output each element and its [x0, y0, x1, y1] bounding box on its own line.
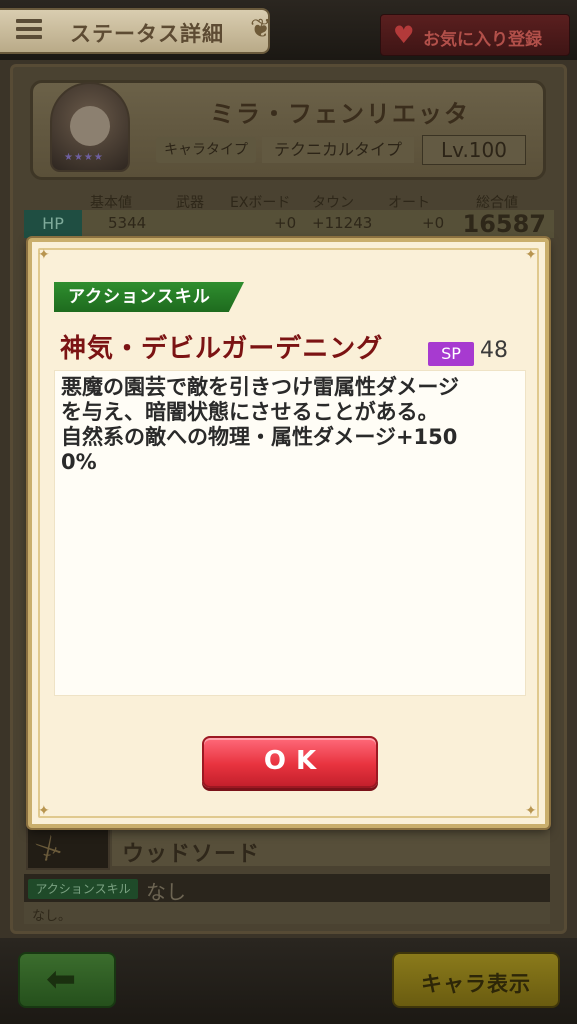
- description-line: 自然系の敵への物理・属性ダメージ+150: [61, 425, 458, 449]
- favorite-label: お気に入り登録: [423, 30, 542, 50]
- ok-label: OK: [263, 746, 327, 776]
- description-line: 0%: [61, 450, 97, 474]
- hp-town: +11243: [312, 214, 373, 232]
- skill-detail-dialog: ✦ ✦ ✦ ✦ アクションスキル 神気・デビルガーデニング SP 48 悪魔の園…: [28, 238, 549, 828]
- skill-description: 悪魔の園芸で敵を引きつけ雷属性ダメージ を与え、暗闇状態にさせることがある。 自…: [54, 370, 526, 696]
- favorite-button[interactable]: ♥ お気に入り登録: [380, 14, 570, 56]
- description-line: を与え、暗闇状態にさせることがある。: [61, 400, 439, 424]
- ornament-icon: ❦: [250, 14, 272, 44]
- chara-type-value: テクニカルタイプ: [262, 137, 414, 163]
- weapon-skill-tag: アクションスキル: [28, 879, 138, 899]
- hp-exboard: +0: [274, 214, 297, 232]
- back-arrow-icon: ⬅: [46, 959, 77, 1000]
- header-bar: ステータス詳細 ❦ ♥ お気に入り登録: [0, 0, 577, 60]
- sp-value: 48: [480, 338, 508, 363]
- level-badge: Lv.100: [422, 135, 526, 165]
- stat-header-weapon: 武器: [176, 195, 204, 211]
- hp-total: 16587: [462, 210, 547, 238]
- heart-icon: ♥: [393, 21, 415, 49]
- ok-button[interactable]: OK: [202, 736, 378, 788]
- weapon-name: ウッドソード: [122, 842, 261, 867]
- stat-row-hp: HP 5344 +0 +11243 +0 16587: [24, 210, 554, 238]
- screen: ステータス詳細 ❦ ♥ お気に入り登録 ★★★★ ミラ・フェンリエッタ キャラタ…: [0, 0, 577, 1024]
- character-avatar[interactable]: ★★★★: [50, 82, 130, 172]
- sword-icon: ⚔: [29, 827, 68, 870]
- skill-type-tag: アクションスキル: [54, 282, 244, 312]
- stat-headers: 基本値 武器 EXボード タウン オート 総合値: [24, 192, 554, 212]
- hp-auto: +0: [422, 214, 445, 232]
- corner-ornament-icon: ✦: [525, 247, 537, 263]
- stat-header-town: タウン: [312, 195, 354, 211]
- corner-ornament-icon: ✦: [38, 247, 50, 263]
- weapon-skill-desc-bar: [24, 902, 550, 924]
- chara-display-button[interactable]: キャラ表示: [392, 952, 560, 1008]
- chara-display-label: キャラ表示: [421, 972, 531, 996]
- weapon-skill-value: なし: [146, 880, 186, 904]
- stat-header-exboard: EXボード: [230, 195, 291, 211]
- hp-base: 5344: [108, 214, 147, 232]
- stat-header-base: 基本値: [90, 195, 132, 211]
- character-name: ミラ・フェンリエッタ: [210, 100, 470, 128]
- stat-header-auto: オート: [388, 195, 430, 211]
- hp-label: HP: [24, 210, 82, 238]
- avatar-face: [70, 106, 110, 146]
- weapon-thumbnail[interactable]: ⚔: [26, 826, 110, 870]
- weapon-skill-desc: なし。: [32, 909, 72, 924]
- sp-badge: SP: [428, 342, 474, 366]
- chara-type-label: キャラタイプ: [156, 137, 256, 163]
- skill-name: 神気・デビルガーデニング: [60, 334, 384, 364]
- back-button[interactable]: ⬅: [18, 952, 116, 1008]
- corner-ornament-icon: ✦: [38, 803, 50, 819]
- menu-icon[interactable]: [16, 19, 42, 43]
- description-line: 悪魔の園芸で敵を引きつけ雷属性ダメージ: [61, 375, 459, 399]
- page-title: ステータス詳細: [70, 22, 224, 46]
- rarity-stars: ★★★★: [64, 152, 104, 163]
- corner-ornament-icon: ✦: [525, 803, 537, 819]
- stat-header-total: 総合値: [476, 195, 518, 211]
